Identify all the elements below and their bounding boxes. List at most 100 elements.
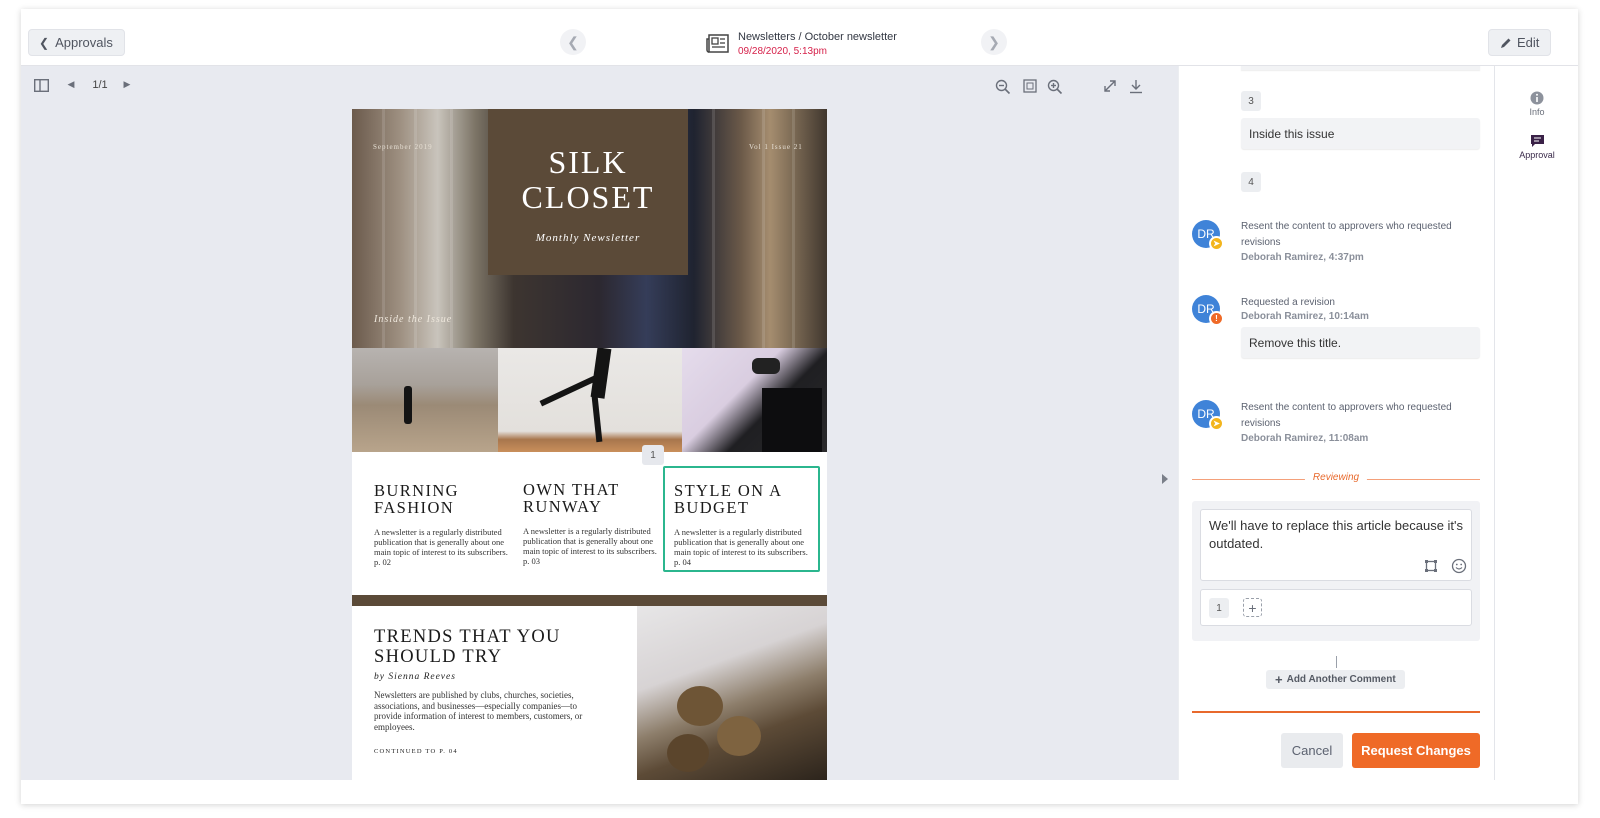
rail-approval[interactable]: Approval (1495, 134, 1578, 160)
article-burning-fashion: BURNING FASHION A newsletter is a regula… (374, 482, 510, 567)
request-changes-button[interactable]: Request Changes (1352, 733, 1480, 768)
chevron-left-icon: ❮ (39, 35, 50, 50)
comment-text: We'll have to replace this article becau… (1209, 518, 1464, 551)
document-viewer: ◀ 1/1 ▶ September 2019 Vol 1 Issue 21 SI… (21, 66, 1178, 780)
connector-line (1336, 656, 1337, 668)
pencil-icon (1501, 38, 1511, 48)
masthead: SILK CLOSET Monthly Newsletter (488, 109, 688, 275)
add-comment-label: Add Another Comment (1286, 674, 1396, 685)
masthead-title-line-2: CLOSET (521, 179, 655, 215)
edit-button-label: Edit (1517, 35, 1540, 50)
rail-approval-label: Approval (1519, 150, 1555, 160)
top-bar: ❮ Approvals ❮ Newsletters / October news… (21, 9, 1578, 66)
chevron-left-icon: ❮ (567, 33, 579, 50)
dancer-photo (498, 348, 682, 452)
expand-icon (1104, 80, 1116, 92)
previous-text-box (1241, 66, 1480, 70)
cancel-button[interactable]: Cancel (1281, 733, 1343, 768)
feature-body: Newsletters are published by clubs, chur… (374, 690, 583, 732)
collapse-panel-icon[interactable] (1161, 474, 1169, 484)
app-window: ❮ Approvals ❮ Newsletters / October news… (21, 9, 1578, 804)
annotation-chips-row: 1 + (1200, 589, 1472, 626)
crop-area-icon[interactable] (1424, 559, 1438, 573)
plus-icon: + (1275, 672, 1283, 687)
feature-byline: by Sienna Reeves (374, 672, 456, 682)
newsletter-page[interactable]: September 2019 Vol 1 Issue 21 SILK CLOSE… (352, 109, 827, 780)
comment-composer: We'll have to replace this article becau… (1192, 501, 1480, 641)
next-page-button[interactable]: ▶ (121, 79, 133, 90)
article-body: A newsletter is a regularly distributed … (374, 527, 508, 567)
send-icon: ➤ (1209, 236, 1224, 251)
triangle-left-icon: ◀ (67, 79, 75, 89)
add-another-comment-button[interactable]: + Add Another Comment (1266, 670, 1405, 689)
fit-page-button[interactable] (1021, 79, 1039, 93)
continued-label: CONTINUED TO P. 04 (374, 748, 458, 755)
send-icon: ➤ (1209, 416, 1224, 431)
hero-image: September 2019 Vol 1 Issue 21 SILK CLOSE… (352, 109, 827, 348)
annotation-pin[interactable]: 1 (642, 445, 664, 465)
previous-page-button[interactable]: ◀ (65, 79, 77, 90)
rail-info[interactable]: Info (1495, 91, 1578, 117)
article-own-that-runway: OWN THAT RUNWAY A newsletter is a regula… (523, 481, 659, 566)
info-icon (1530, 91, 1544, 105)
edit-button[interactable]: Edit (1488, 29, 1552, 56)
feature-article: TRENDS THAT YOU SHOULD TRY by Sienna Ree… (374, 627, 614, 755)
comment-input[interactable]: We'll have to replace this article becau… (1200, 509, 1472, 581)
download-button[interactable] (1127, 79, 1145, 94)
sidebar-toggle-button[interactable] (33, 79, 49, 92)
desert-photo (352, 348, 498, 452)
sneakers-photo (682, 348, 827, 452)
reviewing-label: Reviewing (1304, 472, 1368, 483)
newsletter-icon (706, 34, 729, 53)
document-date: 09/28/2020, 5:13pm (738, 46, 827, 57)
activity-text: Resent the content to approvers who requ… (1241, 221, 1452, 248)
activity-meta: Deborah Ramirez, 10:14am (1241, 311, 1369, 322)
fullscreen-button[interactable] (1101, 79, 1119, 93)
approval-panel: 3 Inside this issue 4 DR ➤ Resent the co… (1178, 66, 1494, 780)
activity-text: Requested a revision (1241, 297, 1335, 308)
wood-logs-photo (637, 606, 827, 780)
activity-text: Resent the content to approvers who requ… (1241, 402, 1452, 429)
inside-the-issue-label: Inside the Issue (374, 314, 453, 325)
fit-page-icon (1023, 79, 1037, 93)
breadcrumb: Newsletters / October newsletter (738, 31, 897, 43)
action-separator (1192, 711, 1480, 713)
activity-meta: Deborah Ramirez, 4:37pm (1241, 252, 1364, 263)
chevron-right-icon: ❯ (988, 33, 1000, 50)
masthead-subtitle: Monthly Newsletter (535, 232, 641, 244)
masthead-title-line-1: SILK (548, 144, 628, 180)
previous-item-button[interactable]: ❮ (560, 29, 586, 55)
feature-title: TRENDS THAT YOU SHOULD TRY (374, 627, 561, 667)
zoom-in-icon (1047, 79, 1063, 95)
zoom-in-button[interactable] (1046, 79, 1064, 95)
article-title: OWN THAT RUNWAY (523, 480, 620, 516)
zoom-out-button[interactable] (994, 79, 1012, 95)
item-number: 4 (1241, 172, 1261, 192)
newsletter-date: September 2019 (373, 143, 433, 151)
article-title: BURNING FASHION (374, 481, 459, 517)
reviewing-divider: Reviewing (1192, 472, 1480, 483)
add-annotation-button[interactable]: + (1243, 598, 1262, 617)
activity-meta: Deborah Ramirez, 11:08am (1241, 433, 1369, 444)
triangle-right-icon: ▶ (123, 79, 131, 89)
annotation-highlight[interactable] (663, 466, 820, 572)
back-to-approvals-button[interactable]: ❮ Approvals (28, 29, 125, 56)
annotation-chip[interactable]: 1 (1209, 598, 1229, 618)
issue-label: Vol 1 Issue 21 (749, 143, 803, 151)
page-indicator: 1/1 (92, 79, 108, 91)
next-item-button[interactable]: ❯ (981, 29, 1007, 55)
revision-comment: Remove this title. (1241, 327, 1480, 358)
emoji-icon[interactable] (1451, 558, 1467, 574)
comment-icon (1530, 135, 1544, 147)
back-button-label: Approvals (55, 35, 113, 50)
side-rail: Info Approval (1494, 66, 1578, 780)
alert-icon: ! (1209, 311, 1224, 326)
split-view-icon (33, 79, 49, 92)
plus-icon: + (1248, 599, 1257, 616)
item-number: 3 (1241, 91, 1261, 111)
article-body: A newsletter is a regularly distributed … (523, 526, 657, 566)
zoom-out-icon (995, 79, 1011, 95)
section-divider (352, 595, 827, 606)
download-icon (1130, 80, 1142, 94)
item-text: Inside this issue (1241, 118, 1480, 149)
